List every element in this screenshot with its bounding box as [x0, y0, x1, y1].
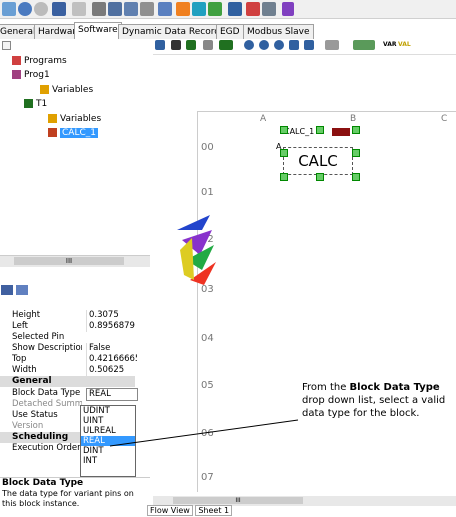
sheet-tabs: Flow View Sheet 1	[147, 505, 233, 516]
tree-item-variables-prog1[interactable]: Variables	[40, 84, 93, 96]
resize-handle[interactable]	[352, 126, 360, 134]
property-row[interactable]: Top0.421666652	[0, 354, 150, 365]
tree-item-t1[interactable]: T1	[24, 98, 47, 110]
description-title: Block Data Type	[2, 478, 84, 488]
row-label: 04	[201, 333, 214, 344]
tree-item-variables-t1[interactable]: Variables	[48, 113, 101, 125]
val-label: VAL	[398, 41, 411, 48]
column-label: C	[441, 114, 448, 124]
zoom-in-icon[interactable]	[244, 40, 254, 50]
cut-icon[interactable]	[92, 2, 106, 16]
tab-sheet-1[interactable]: Sheet 1	[195, 505, 233, 516]
pointer-icon[interactable]	[171, 40, 181, 50]
main-toolbar	[0, 0, 456, 19]
resize-handle[interactable]	[316, 126, 324, 134]
nav-back-icon[interactable]	[18, 2, 32, 16]
save-icon[interactable]	[2, 2, 16, 16]
hierarchy-icon[interactable]	[228, 2, 242, 16]
zoom-fit-icon[interactable]	[274, 40, 284, 50]
chart-icon[interactable]	[208, 2, 222, 16]
undo-icon[interactable]	[52, 2, 66, 16]
canvas-toolbar: VAR VAL	[153, 40, 456, 55]
align-icon[interactable]	[325, 40, 339, 50]
var-label: VAR	[383, 41, 397, 48]
collapse-toggle[interactable]	[2, 41, 11, 50]
stop-icon[interactable]	[34, 2, 48, 16]
network-icon[interactable]	[246, 2, 260, 16]
calc-block[interactable]: CALC	[283, 147, 353, 175]
monitor-icon[interactable]	[192, 2, 206, 16]
property-row[interactable]: Width 0.50625	[0, 365, 150, 376]
column-label: A	[260, 114, 267, 124]
row-label: 07	[201, 472, 214, 483]
paste-icon[interactable]	[124, 2, 138, 16]
grid-icon[interactable]	[203, 40, 213, 50]
window-icon[interactable]	[304, 40, 314, 50]
variables-icon	[48, 114, 57, 123]
property-row[interactable]: Selected Pin	[0, 332, 150, 343]
alphabetical-icon[interactable]	[16, 285, 28, 295]
copy-icon[interactable]	[108, 2, 122, 16]
resize-handle[interactable]	[352, 149, 360, 157]
tab-modbus-slave[interactable]: Modbus Slave	[243, 24, 314, 39]
tree-item-programs[interactable]: Programs	[12, 55, 67, 67]
resize-handle[interactable]	[280, 173, 288, 181]
sheet-scroll-thumb[interactable]: III	[173, 497, 303, 504]
var-val-icon[interactable]	[353, 40, 375, 50]
row-label: 01	[201, 187, 214, 198]
resize-handle[interactable]	[316, 173, 324, 181]
category-general[interactable]: General	[0, 376, 135, 387]
variables-icon	[40, 85, 49, 94]
fit-page-icon[interactable]	[289, 40, 299, 50]
signal-icon[interactable]	[282, 2, 294, 16]
tab-egd[interactable]: EGD	[216, 24, 244, 39]
tool-icon[interactable]	[219, 40, 233, 50]
dropdown-option[interactable]: INT	[81, 456, 135, 466]
property-row[interactable]: Height 0.3075	[0, 310, 150, 321]
callout-leader-line	[109, 419, 299, 447]
zoom-out-icon[interactable]	[259, 40, 269, 50]
property-row[interactable]: Show Description False	[0, 343, 150, 354]
block-icon	[48, 128, 57, 137]
programs-icon	[12, 56, 21, 65]
go-icon[interactable]	[176, 2, 190, 16]
redo-icon[interactable]	[72, 2, 86, 16]
select-icon[interactable]	[155, 40, 165, 50]
tree-item-calc1[interactable]: CALC_1	[48, 127, 98, 139]
toolbox-logo-icon	[177, 215, 216, 285]
tab-software[interactable]: Software	[74, 22, 122, 39]
delete-icon[interactable]	[140, 2, 154, 16]
wire-icon[interactable]	[186, 40, 196, 50]
property-row[interactable]: Left 0.8956879	[0, 321, 150, 332]
property-row[interactable]: Block Data Type REAL	[0, 388, 150, 401]
block-status-icon	[332, 128, 350, 136]
categorized-icon[interactable]	[1, 285, 13, 295]
task-icon	[24, 99, 33, 108]
property-description: Block Data Type The data type for varian…	[0, 477, 150, 517]
description-text: The data type for variant pins on this b…	[2, 489, 134, 508]
tree-item-prog1[interactable]: Prog1	[12, 69, 50, 81]
resize-handle[interactable]	[280, 149, 288, 157]
row-label: 00	[201, 142, 214, 153]
resize-handle[interactable]	[352, 173, 360, 181]
block-title: CALC_1	[284, 127, 315, 136]
build-icon[interactable]	[262, 2, 276, 16]
tab-flow-view[interactable]: Flow View	[147, 505, 193, 516]
program-icon	[12, 70, 21, 79]
resize-handle[interactable]	[280, 126, 288, 134]
tree-horizontal-scrollbar[interactable]: III	[0, 255, 150, 267]
scroll-thumb[interactable]: III	[14, 257, 124, 265]
callout-text: From the Block Data Type drop down list,…	[302, 382, 446, 419]
find-icon[interactable]	[158, 2, 172, 16]
row-label: 05	[201, 380, 214, 391]
column-label: B	[350, 114, 357, 124]
